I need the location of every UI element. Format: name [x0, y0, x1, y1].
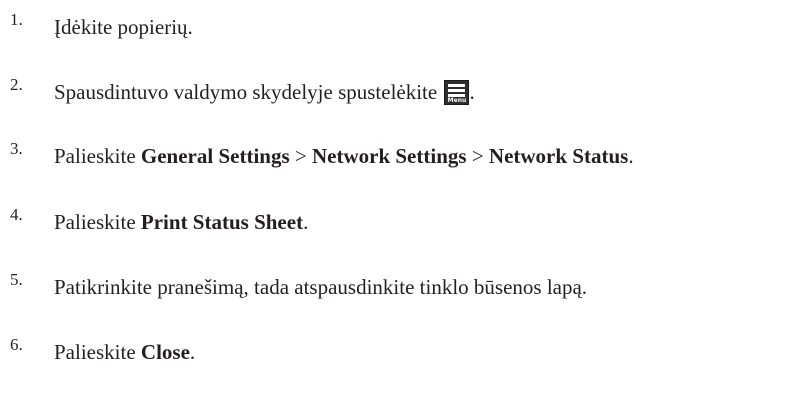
step-text: Palieskite General Settings > Network Se… [54, 143, 634, 169]
step-prefix: Palieskite [54, 340, 141, 364]
step-5: 5. Patikrinkite pranešimą, tada atspausd… [0, 270, 809, 306]
step-suffix: . [628, 144, 634, 168]
setting-print-status-sheet: Print Status Sheet [140, 210, 304, 234]
step-3: 3. Palieskite General Settings > Network… [0, 139, 809, 175]
step-text: Palieskite Print Status Sheet. [54, 209, 308, 235]
step-number: 4. [10, 205, 23, 224]
step-number: 1. [10, 10, 23, 29]
step-text: Palieskite Close. [54, 339, 195, 365]
setting-close: Close [140, 340, 190, 364]
step-suffix: . [189, 340, 196, 364]
setting-general-settings: General Settings [140, 144, 290, 168]
setting-network-settings: Network Settings [311, 144, 467, 168]
step-text-after: . [469, 80, 475, 104]
menu-icon: Menu [444, 80, 470, 105]
step-prefix: Palieskite [54, 210, 141, 234]
step-text-before: Spausdintuvo valdymo skydelyje spustelėk… [54, 80, 443, 104]
step-2: 2. Spausdintuvo valdymo skydelyje spuste… [0, 75, 809, 111]
step-number: 6. [10, 335, 23, 354]
step-1: 1. Įdėkite popierių. [0, 10, 809, 46]
step-number: 2. [10, 75, 23, 94]
step-4: 4. Palieskite Print Status Sheet. [0, 205, 809, 241]
separator: > [466, 144, 489, 168]
separator: > [289, 144, 312, 168]
setting-network-status: Network Status [488, 144, 629, 168]
menu-icon-label: Menu [447, 97, 467, 104]
step-text: Įdėkite popierių. [54, 15, 193, 39]
step-suffix: . [303, 210, 309, 234]
instruction-steps: 1. Įdėkite popierių. 2. Spausdintuvo val… [0, 0, 809, 401]
step-text: Patikrinkite pranešimą, tada atspausdink… [54, 275, 588, 299]
step-number: 3. [10, 139, 23, 158]
step-6: 6. Palieskite Close. [0, 335, 809, 371]
step-number: 5. [10, 270, 23, 289]
step-text: Spausdintuvo valdymo skydelyje spustelėk… [54, 79, 475, 105]
step-prefix: Palieskite [54, 144, 141, 168]
